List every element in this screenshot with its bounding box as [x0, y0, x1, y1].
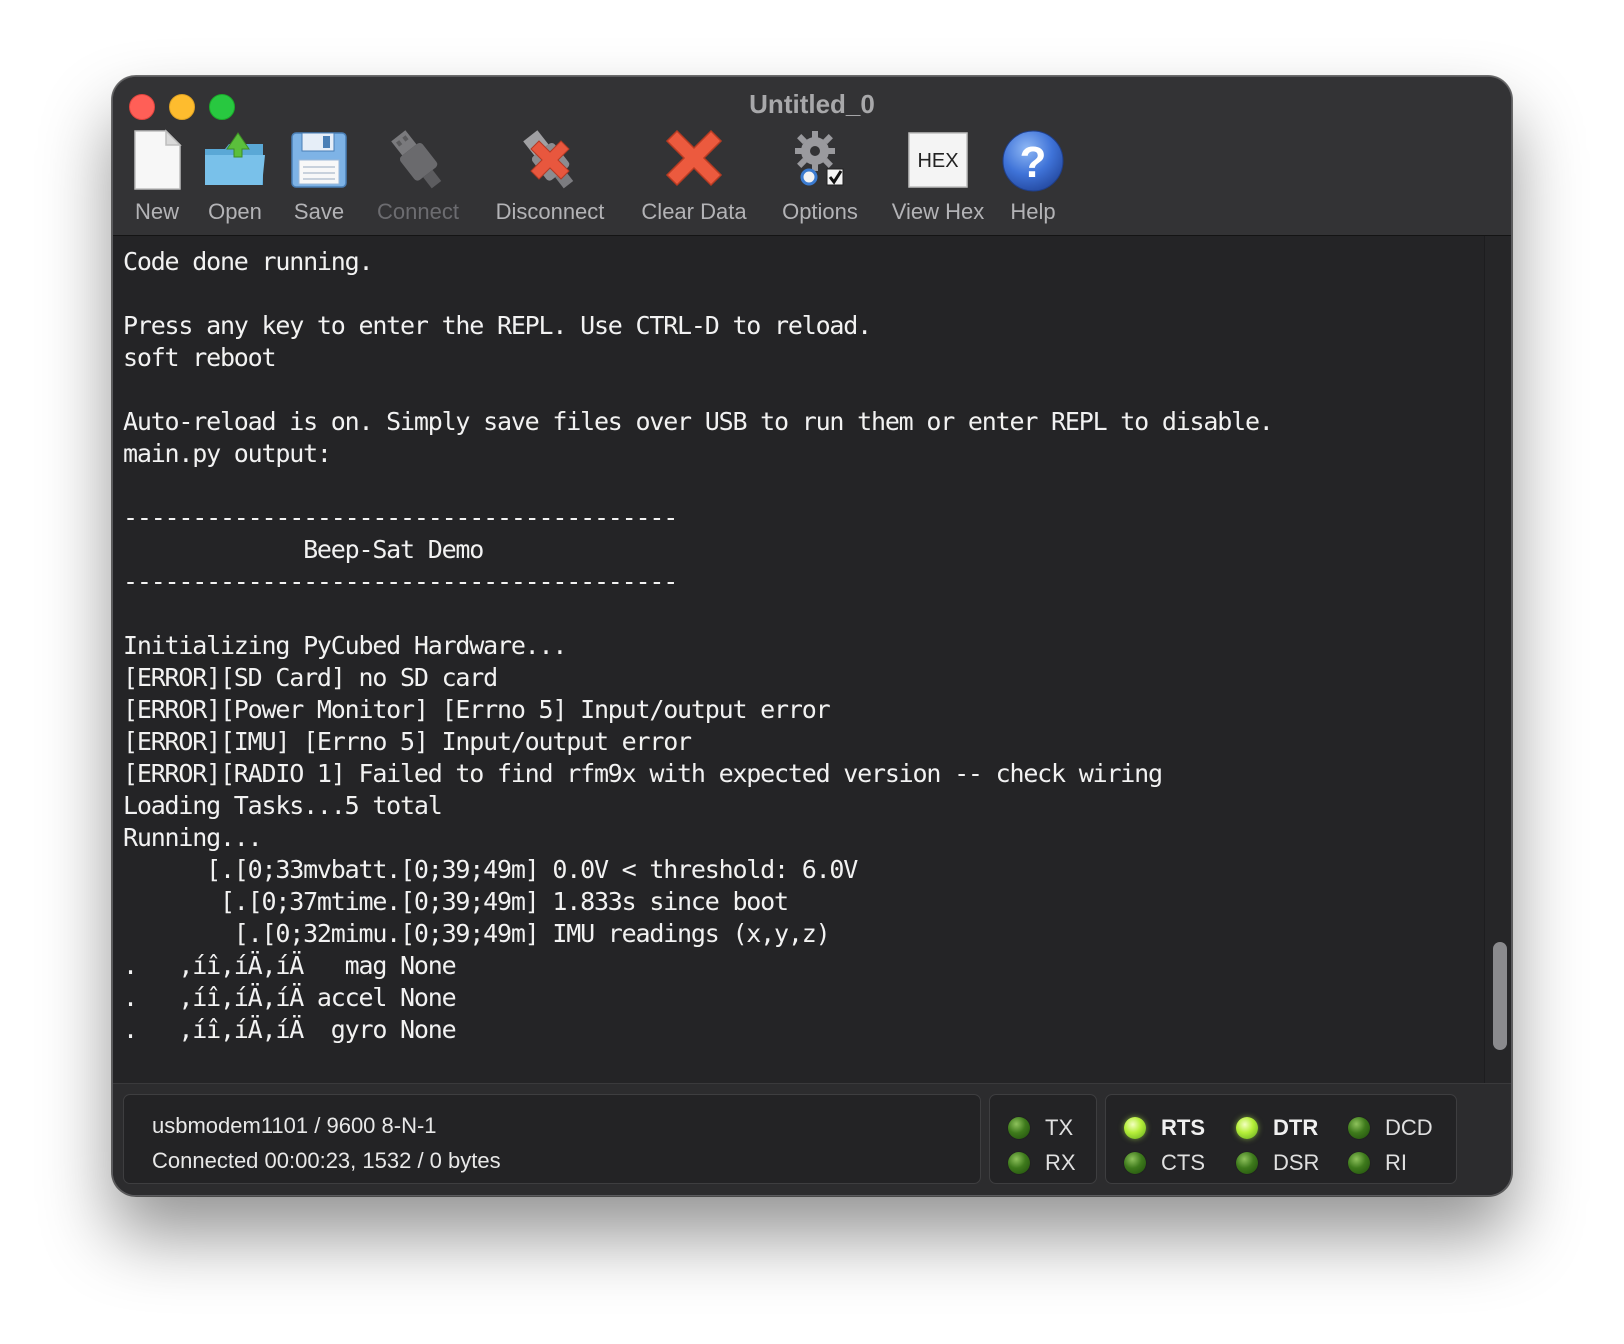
- help-icon-text: ?: [1020, 138, 1047, 187]
- tx-led-icon: [1008, 1117, 1030, 1139]
- save-button-label: Save: [293, 199, 345, 224]
- disconnect-button[interactable]: Disconnect: [485, 127, 615, 231]
- terminal-line: [ERROR][RADIO 1] Failed to find rfm9x wi…: [123, 759, 1163, 788]
- open-button-label: Open: [208, 199, 262, 224]
- connection-status: Connected 00:00:23, 1532 / 0 bytes: [152, 1148, 501, 1173]
- hex-icon-text: HEX: [917, 150, 958, 172]
- terminal-line: Loading Tasks...5 total: [123, 791, 443, 820]
- help-button-label: Help: [1010, 199, 1056, 224]
- view-hex-button-label: View Hex: [891, 199, 985, 224]
- port-settings: usbmodem1101 / 9600 8-N-1: [152, 1113, 437, 1138]
- dtr-label: DTR: [1273, 1115, 1319, 1140]
- connect-button-label: Connect: [377, 199, 459, 224]
- ri-led-icon: [1348, 1152, 1370, 1174]
- tx-rx-panel: TX RX: [989, 1094, 1097, 1184]
- control-lines-panel: RTS CTS DTR DSR DCD RI: [1105, 1094, 1457, 1184]
- help-button[interactable]: ? Help: [993, 127, 1073, 231]
- terminal-line: ----------------------------------------: [123, 567, 678, 596]
- floppy-disk-icon: [284, 127, 354, 195]
- window-title: Untitled_0: [749, 89, 875, 119]
- terminal-line: [ERROR][SD Card] no SD card: [123, 663, 498, 692]
- terminal-line: [.[0;37mtime.[0;39;49m] 1.833s since boo…: [123, 887, 789, 916]
- disconnect-button-label: Disconnect: [495, 199, 605, 224]
- terminal-line: Code done running.: [123, 247, 374, 276]
- clear-x-icon: [659, 127, 729, 195]
- view-hex-button[interactable]: HEX View Hex: [883, 127, 993, 231]
- terminal-line: main.py output:: [123, 439, 332, 468]
- terminal-line: soft reboot: [123, 343, 277, 372]
- disconnect-plug-icon: [515, 127, 585, 195]
- terminal-line: ----------------------------------------: [123, 503, 678, 532]
- open-folder-icon: [200, 127, 270, 195]
- app-window: Untitled_0 New Open Save Connect Disconn…: [112, 76, 1512, 1196]
- terminal-lines: Code done running. Press any key to ente…: [123, 246, 1274, 1046]
- terminal-line: . ,íî,íÄ,íÄ gyro None: [123, 1015, 457, 1044]
- terminal-line: [ERROR][Power Monitor] [Errno 5] Input/o…: [123, 695, 831, 724]
- terminal-line: Running...: [123, 823, 263, 852]
- dtr-led-icon: [1236, 1117, 1258, 1139]
- rx-led-icon: [1008, 1152, 1030, 1174]
- gear-options-icon: [785, 127, 855, 195]
- scrollbar-thumb[interactable]: [1493, 942, 1507, 1050]
- connect-button[interactable]: Connect: [363, 127, 473, 231]
- title-bar: Untitled_0 New Open Save Connect Disconn…: [113, 77, 1511, 236]
- terminal-line: [.[0;33mvbatt.[0;39;49m] 0.0V < threshol…: [123, 855, 858, 884]
- help-question-icon: ?: [998, 127, 1068, 195]
- clear-data-button[interactable]: Clear Data: [629, 127, 759, 231]
- ri-label: RI: [1385, 1150, 1407, 1175]
- terminal-line: Press any key to enter the REPL. Use CTR…: [123, 311, 872, 340]
- new-button-label: New: [134, 199, 179, 224]
- open-button[interactable]: Open: [197, 127, 273, 231]
- rts-led-icon: [1124, 1117, 1146, 1139]
- terminal-scrollbar[interactable]: [1484, 236, 1511, 1083]
- terminal-line: [ERROR][IMU] [Errno 5] Input/output erro…: [123, 727, 692, 756]
- terminal-line: Initializing PyCubed Hardware...: [123, 631, 567, 660]
- new-button[interactable]: New: [119, 127, 195, 231]
- toolbar: New Open Save Connect Disconnect Clear D…: [113, 127, 1511, 235]
- options-button-label: Options: [782, 199, 858, 224]
- connection-info-panel: usbmodem1101 / 9600 8-N-1 Connected 00:0…: [123, 1094, 981, 1184]
- clear-data-button-label: Clear Data: [641, 199, 747, 224]
- terminal-line: . ,íî,íÄ,íÄ mag None: [123, 951, 457, 980]
- options-button[interactable]: Options: [765, 127, 875, 231]
- dcd-label: DCD: [1385, 1115, 1433, 1140]
- dcd-led-icon: [1348, 1117, 1370, 1139]
- dsr-led-icon: [1236, 1152, 1258, 1174]
- rx-label: RX: [1045, 1150, 1076, 1175]
- usb-plug-icon: [383, 127, 453, 195]
- hex-icon: HEX: [903, 127, 973, 195]
- tx-label: TX: [1045, 1115, 1074, 1140]
- terminal-line: . ,íî,íÄ,íÄ accel None: [123, 983, 457, 1012]
- save-button[interactable]: Save: [281, 127, 357, 231]
- rts-label: RTS: [1161, 1115, 1205, 1140]
- terminal-output[interactable]: Code done running. Press any key to ente…: [113, 236, 1484, 1083]
- status-bar: usbmodem1101 / 9600 8-N-1 Connected 00:0…: [113, 1083, 1511, 1195]
- terminal-line: Auto-reload is on. Simply save files ove…: [123, 407, 1274, 436]
- terminal-line: [.[0;32mimu.[0;39;49m] IMU readings (x,y…: [123, 919, 831, 948]
- terminal-line: Beep-Sat Demo: [123, 535, 484, 564]
- cts-led-icon: [1124, 1152, 1146, 1174]
- dsr-label: DSR: [1273, 1150, 1320, 1175]
- cts-label: CTS: [1161, 1150, 1205, 1175]
- new-document-icon: [122, 127, 192, 195]
